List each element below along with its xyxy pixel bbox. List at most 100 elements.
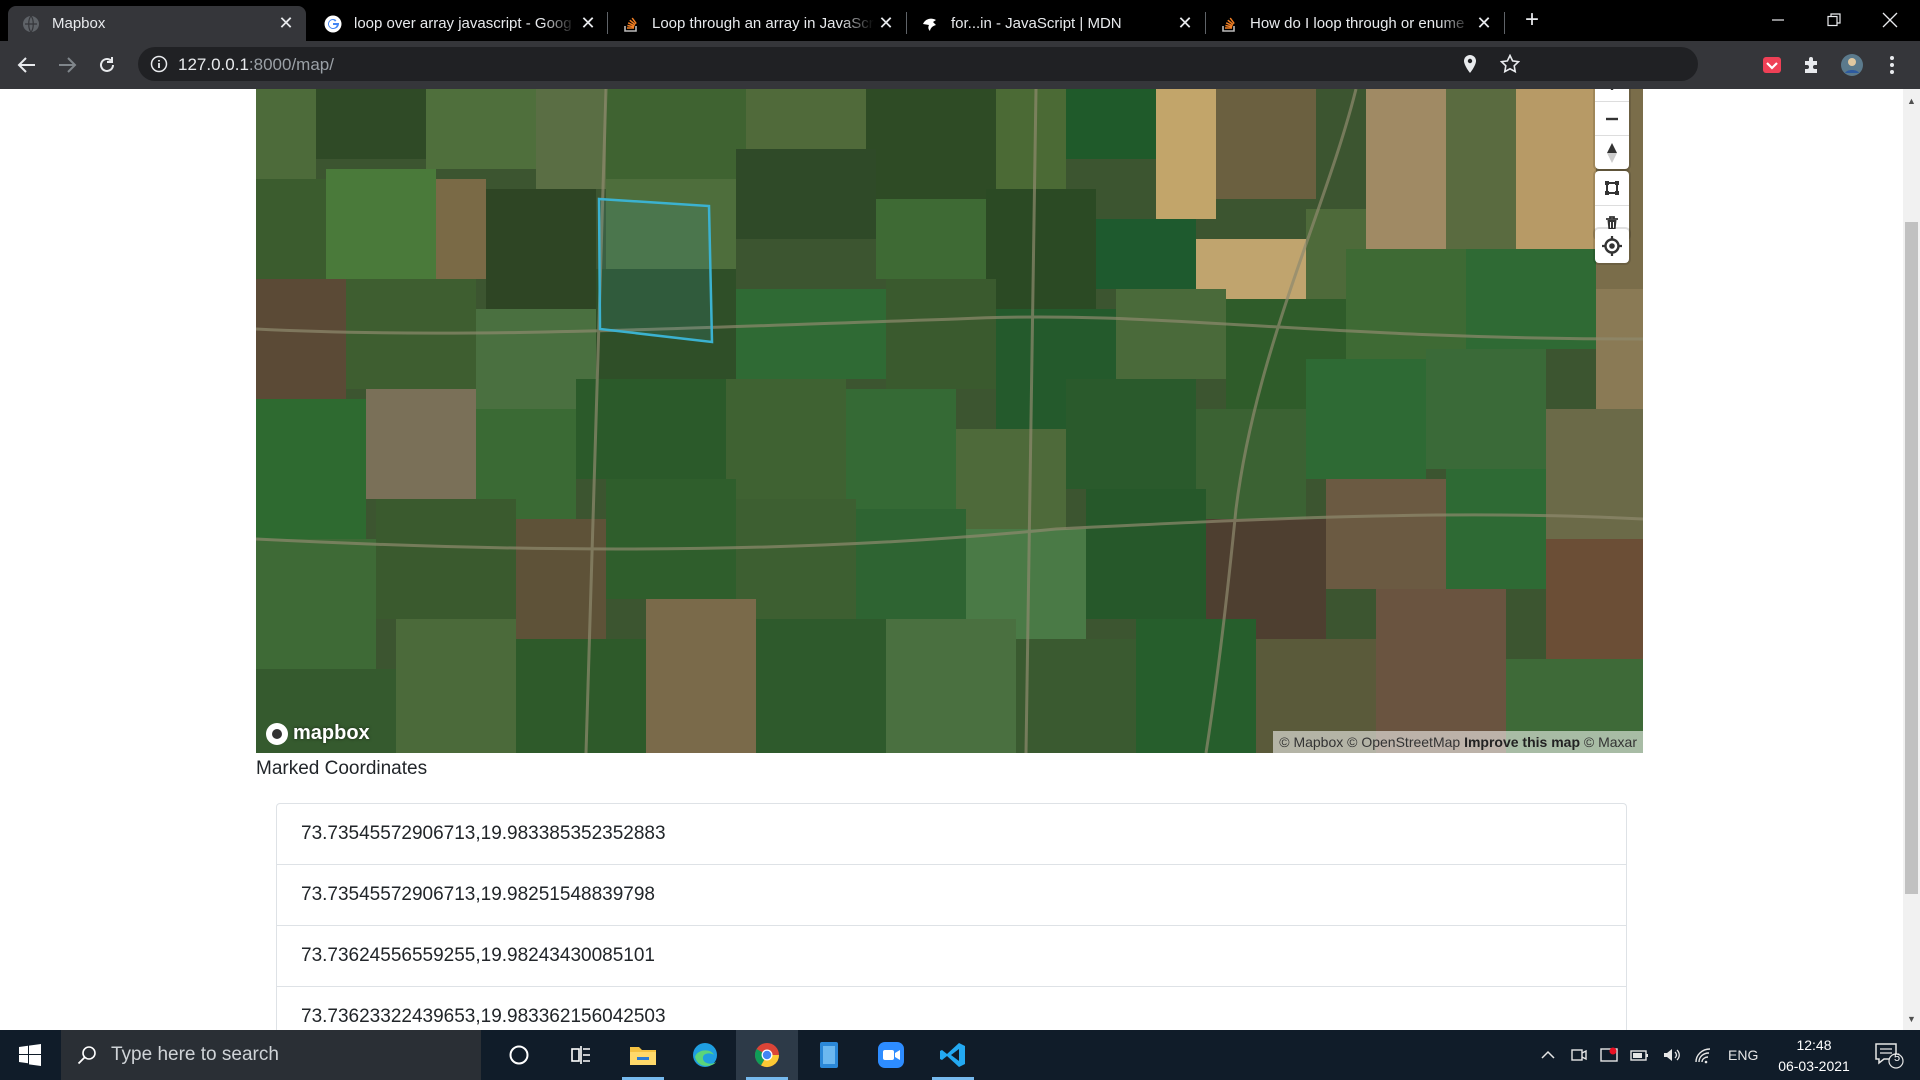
satellite-imagery [256, 89, 1643, 753]
minimize-button[interactable] [1750, 0, 1806, 40]
language-indicator[interactable]: ENG [1728, 1047, 1758, 1063]
zoom-app-button[interactable] [860, 1030, 922, 1080]
zoom-video-icon [878, 1042, 904, 1068]
close-tab-icon[interactable]: ✕ [874, 13, 898, 34]
tab-google-search[interactable]: loop over array javascript - Goog ✕ [310, 6, 608, 41]
search-placeholder: Type here to search [111, 1044, 279, 1065]
meet-now-icon[interactable] [1570, 1046, 1588, 1064]
marked-coordinates-heading: Marked Coordinates [256, 758, 428, 779]
stackoverflow-icon [622, 15, 640, 33]
back-button[interactable] [11, 49, 43, 81]
clock-time: 12:48 [1796, 1037, 1832, 1053]
bookmark-star-icon[interactable] [1498, 52, 1522, 76]
menu-kebab-icon[interactable] [1880, 53, 1904, 77]
url-path: :8000/map/ [248, 55, 334, 74]
chevron-up-icon[interactable] [1540, 1047, 1556, 1063]
attribution-maxar-link[interactable]: © Maxar [1584, 734, 1637, 750]
restore-icon [1827, 13, 1841, 27]
compass-icon [1607, 142, 1617, 163]
tab-title: Mapbox [52, 15, 106, 32]
url-host: 127.0.0.1 [178, 55, 249, 74]
battery-icon[interactable] [1630, 1046, 1650, 1064]
file-explorer-button[interactable] [612, 1030, 674, 1080]
coordinates-list: 73.73545572906713,19.983385352352883 73.… [276, 803, 1627, 1048]
google-icon [324, 15, 342, 33]
list-item: 73.73624556559255,19.98243430085101 [277, 926, 1626, 987]
geolocate-icon [1602, 236, 1622, 256]
browser-toolbar: 127.0.0.1:8000/map/ [0, 41, 1920, 89]
scroll-down-arrow-icon[interactable]: ▼ [1903, 1011, 1920, 1028]
notepad-button[interactable] [798, 1030, 860, 1080]
forward-arrow-icon [59, 57, 77, 73]
close-tab-icon[interactable]: ✕ [1173, 13, 1197, 34]
new-tab-button[interactable]: + [1518, 6, 1546, 34]
start-button[interactable] [0, 1030, 60, 1080]
vscode-icon [940, 1043, 965, 1067]
geolocate-button[interactable] [1595, 229, 1629, 263]
url-text: 127.0.0.1:8000/map/ [178, 55, 334, 75]
field-patches [256, 89, 1643, 753]
pocket-extension-icon[interactable] [1760, 53, 1784, 77]
tab-mapbox[interactable]: Mapbox ✕ [8, 6, 306, 41]
profile-avatar-icon[interactable] [1840, 53, 1864, 77]
restore-button[interactable] [1806, 0, 1862, 40]
tab-title: How do I loop through or enume [1250, 15, 1465, 32]
forward-button[interactable] [51, 49, 83, 81]
compass-button[interactable] [1595, 135, 1629, 169]
tab-stackoverflow-enumerate[interactable]: How do I loop through or enume ✕ [1206, 6, 1504, 41]
taskbar-search-box[interactable]: Type here to search [61, 1030, 481, 1080]
cortana-button[interactable] [488, 1030, 550, 1080]
zoom-in-button[interactable] [1595, 89, 1629, 101]
geolocate-control [1595, 229, 1629, 263]
attribution-mapbox-link[interactable]: © Mapbox [1279, 734, 1343, 750]
wifi-icon[interactable] [1694, 1046, 1714, 1064]
volume-icon[interactable] [1662, 1046, 1682, 1064]
scrollbar-thumb[interactable] [1905, 222, 1918, 894]
back-arrow-icon [17, 57, 35, 73]
polygon-draw-button[interactable] [1595, 171, 1629, 205]
tab-stackoverflow-loop[interactable]: Loop through an array in JavaScr ✕ [608, 6, 906, 41]
location-pin-icon[interactable] [1458, 52, 1482, 76]
security-alert-icon[interactable] [1600, 1046, 1618, 1064]
marked-polygon [597, 197, 714, 344]
close-tab-icon[interactable]: ✕ [576, 13, 600, 34]
tab-title: Loop through an array in JavaScr [652, 15, 874, 32]
list-item: 73.73545572906713,19.98251548839798 [277, 865, 1626, 926]
mapbox-logo-icon [266, 722, 288, 745]
edge-button[interactable] [674, 1030, 736, 1080]
mapbox-logo[interactable]: mapbox [266, 722, 370, 745]
windows-taskbar: Type here to search ENG 12:48 06-03-2021 [0, 1030, 1920, 1080]
globe-icon [22, 15, 40, 33]
clock[interactable]: 12:48 06-03-2021 [1770, 1035, 1858, 1077]
map-canvas[interactable]: mapbox © Mapbox © OpenStreetMap Improve … [256, 89, 1643, 753]
cortana-icon [509, 1045, 529, 1065]
file-explorer-icon [630, 1047, 656, 1065]
task-view-icon [571, 1046, 590, 1064]
close-tab-icon[interactable]: ✕ [1472, 13, 1496, 34]
tab-mdn[interactable]: for...in - JavaScript | MDN ✕ [907, 6, 1205, 41]
notepad-icon [820, 1042, 838, 1068]
vscode-button[interactable] [922, 1030, 984, 1080]
task-view-button[interactable] [550, 1030, 612, 1080]
attribution-osm-link[interactable]: © OpenStreetMap [1347, 734, 1460, 750]
address-bar[interactable]: 127.0.0.1:8000/map/ [138, 47, 1698, 81]
minimize-icon [1772, 19, 1784, 21]
list-item: 73.73545572906713,19.983385352352883 [277, 804, 1626, 865]
chrome-icon [754, 1043, 779, 1068]
close-window-button[interactable] [1862, 0, 1918, 40]
mapbox-logo-text: mapbox [293, 722, 370, 744]
reload-button[interactable] [91, 49, 123, 81]
extensions-puzzle-icon[interactable] [1800, 53, 1824, 77]
improve-map-link[interactable]: Improve this map [1464, 734, 1580, 750]
zoom-in-icon [1610, 89, 1614, 90]
scroll-up-arrow-icon[interactable]: ▲ [1903, 93, 1920, 110]
close-tab-icon[interactable]: ✕ [274, 13, 298, 34]
action-center-button[interactable]: 5 [1872, 1040, 1912, 1070]
chrome-button[interactable] [736, 1030, 798, 1080]
info-icon[interactable] [150, 55, 168, 73]
zoom-out-button[interactable] [1595, 101, 1629, 135]
windows-logo-icon [19, 1044, 41, 1066]
clock-date: 06-03-2021 [1778, 1058, 1850, 1074]
reload-icon [100, 57, 114, 72]
tab-title: for...in - JavaScript | MDN [951, 15, 1122, 32]
